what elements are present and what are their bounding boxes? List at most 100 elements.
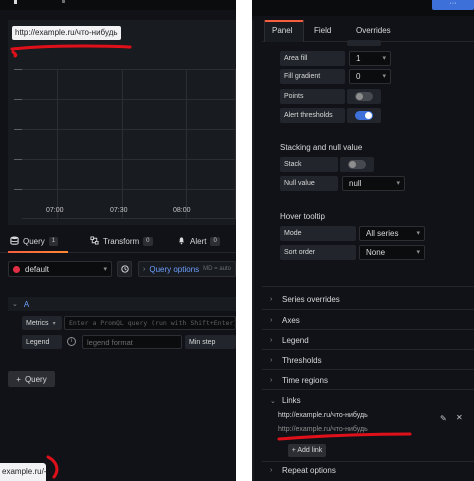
null-value-select[interactable]: null ▾	[342, 176, 405, 191]
datasource-picker[interactable]: default ▾	[8, 261, 112, 277]
plot-area[interactable]	[22, 69, 236, 219]
tab-transform[interactable]: Transform 0	[90, 236, 153, 247]
tab-query[interactable]: Query 1	[10, 236, 59, 247]
y-axis-tick	[14, 159, 22, 160]
chevron-down-icon: ▾	[416, 230, 420, 237]
chevron-down-icon: ▾	[52, 320, 56, 327]
grid-line	[22, 159, 236, 160]
chevron-down-icon: ▾	[382, 55, 386, 62]
add-query-button[interactable]: + Query	[8, 371, 55, 387]
fill-gradient-label: Fill gradient	[280, 69, 345, 84]
points-toggle[interactable]	[355, 92, 373, 101]
query-options-label: Query options	[149, 264, 200, 274]
axes-section[interactable]: › Axes	[270, 316, 300, 325]
chevron-down-icon: ⌄	[270, 397, 276, 405]
plus-icon: +	[16, 374, 21, 384]
bell-icon	[177, 236, 186, 247]
grid-line	[22, 129, 236, 130]
divider	[262, 461, 474, 462]
chevron-right-icon: ›	[270, 317, 273, 324]
section-label: Repeat options	[282, 466, 336, 475]
add-link-button[interactable]: + Add link	[288, 444, 326, 457]
legend-section[interactable]: › Legend	[270, 336, 309, 345]
top-toolbar: ···	[252, 0, 474, 16]
divider	[262, 389, 474, 390]
query-history-button[interactable]	[117, 261, 132, 277]
divider	[262, 286, 474, 287]
tab-transform-count: 0	[143, 237, 153, 246]
close-icon[interactable]: ✕	[456, 413, 463, 422]
apply-button[interactable]: ···	[432, 0, 474, 10]
grid-line	[122, 69, 123, 219]
sort-order-select[interactable]: None ▾	[359, 245, 425, 260]
database-icon	[10, 236, 19, 247]
link-title: http://example.ru/что-нибудь	[278, 412, 368, 419]
x-axis-label: 07:30	[110, 207, 128, 214]
links-section[interactable]: ⌄ Links	[270, 396, 301, 405]
thresholds-section[interactable]: › Thresholds	[270, 356, 322, 365]
metrics-button[interactable]: Metrics ▾	[22, 316, 62, 330]
status-bar-url: example.ru/-	[0, 463, 46, 481]
x-axis-label: 08:00	[173, 207, 191, 214]
mode-label: Mode	[280, 226, 356, 241]
toggle-container	[347, 40, 381, 46]
y-axis-tick	[14, 69, 22, 70]
datasource-name: default	[25, 264, 50, 274]
query-row-header[interactable]: ⌄ A	[8, 297, 236, 311]
tab-panel-label[interactable]: Panel	[272, 26, 292, 35]
pencil-icon[interactable]: ✎	[440, 414, 447, 423]
toolbar-icon[interactable]	[14, 0, 17, 4]
panel-title-link[interactable]: http://example.ru/что-нибудь	[12, 26, 121, 40]
grid-line	[235, 69, 236, 219]
chevron-right-icon: ›	[270, 377, 273, 384]
query-options-toggle[interactable]: › Query options MD = auto	[138, 261, 236, 277]
chevron-down-icon: ▾	[103, 266, 107, 273]
clock-icon	[120, 265, 129, 273]
chevron-right-icon: ›	[270, 296, 273, 303]
tooltip-mode-select[interactable]: All series ▾	[359, 226, 425, 241]
query-tabs: Query 1 Transform 0 Alert 0	[0, 229, 236, 253]
area-fill-select[interactable]: 1 ▾	[349, 51, 391, 66]
divider	[262, 369, 474, 370]
query-editor-pane: http://example.ru/что-нибудь 07:00 07:30…	[0, 0, 236, 481]
promql-query-input[interactable]: Enter a PromQL query (run with Shift+Ent…	[64, 316, 236, 330]
tab-overrides[interactable]: Overrides	[356, 26, 391, 35]
scrollbar[interactable]	[252, 20, 254, 481]
query-ref-id: A	[23, 299, 30, 309]
section-label: Thresholds	[282, 356, 322, 365]
time-regions-section[interactable]: › Time regions	[270, 376, 328, 385]
hover-tooltip-section-title: Hover tooltip	[280, 212, 325, 221]
sort-order-label: Sort order	[280, 245, 356, 260]
tab-alert-count: 0	[210, 237, 220, 246]
tab-field[interactable]: Field	[314, 26, 331, 35]
query-options-meta: MD = auto	[203, 266, 232, 272]
grid-line	[22, 99, 236, 100]
fill-gradient-select[interactable]: 0 ▾	[349, 69, 391, 84]
points-label: Points	[280, 89, 345, 104]
section-label: Links	[282, 396, 301, 405]
tab-alert[interactable]: Alert 0	[177, 236, 220, 247]
options-tabs: Panel Field Overrides	[262, 20, 474, 42]
y-axis-tick	[14, 189, 22, 190]
legend-format-input[interactable]: legend format	[82, 335, 182, 349]
tab-query-label: Query	[23, 237, 45, 246]
info-icon[interactable]: i	[67, 337, 76, 346]
stack-toggle[interactable]	[348, 160, 366, 169]
chevron-right-icon: ›	[270, 337, 273, 344]
series-overrides-section[interactable]: › Series overrides	[270, 295, 340, 304]
sort-order-value: None	[366, 248, 386, 257]
prometheus-icon	[13, 265, 20, 273]
repeat-options-section[interactable]: › Repeat options	[270, 466, 336, 475]
toolbar-icon[interactable]	[62, 0, 65, 3]
options-pane: ··· Panel Field Overrides Area fill 1 ▾ …	[252, 0, 474, 481]
section-label: Time regions	[282, 376, 328, 385]
metrics-label: Metrics	[26, 319, 49, 327]
red-annotation-stroke	[10, 44, 132, 58]
section-label: Legend	[282, 336, 309, 345]
chevron-down-icon: ⌄	[12, 301, 18, 308]
grid-line	[22, 69, 236, 70]
chevron-right-icon: ›	[270, 357, 273, 364]
tooltip-mode-value: All series	[366, 229, 399, 238]
alert-thresholds-toggle[interactable]	[355, 111, 373, 120]
transform-icon	[90, 236, 99, 247]
